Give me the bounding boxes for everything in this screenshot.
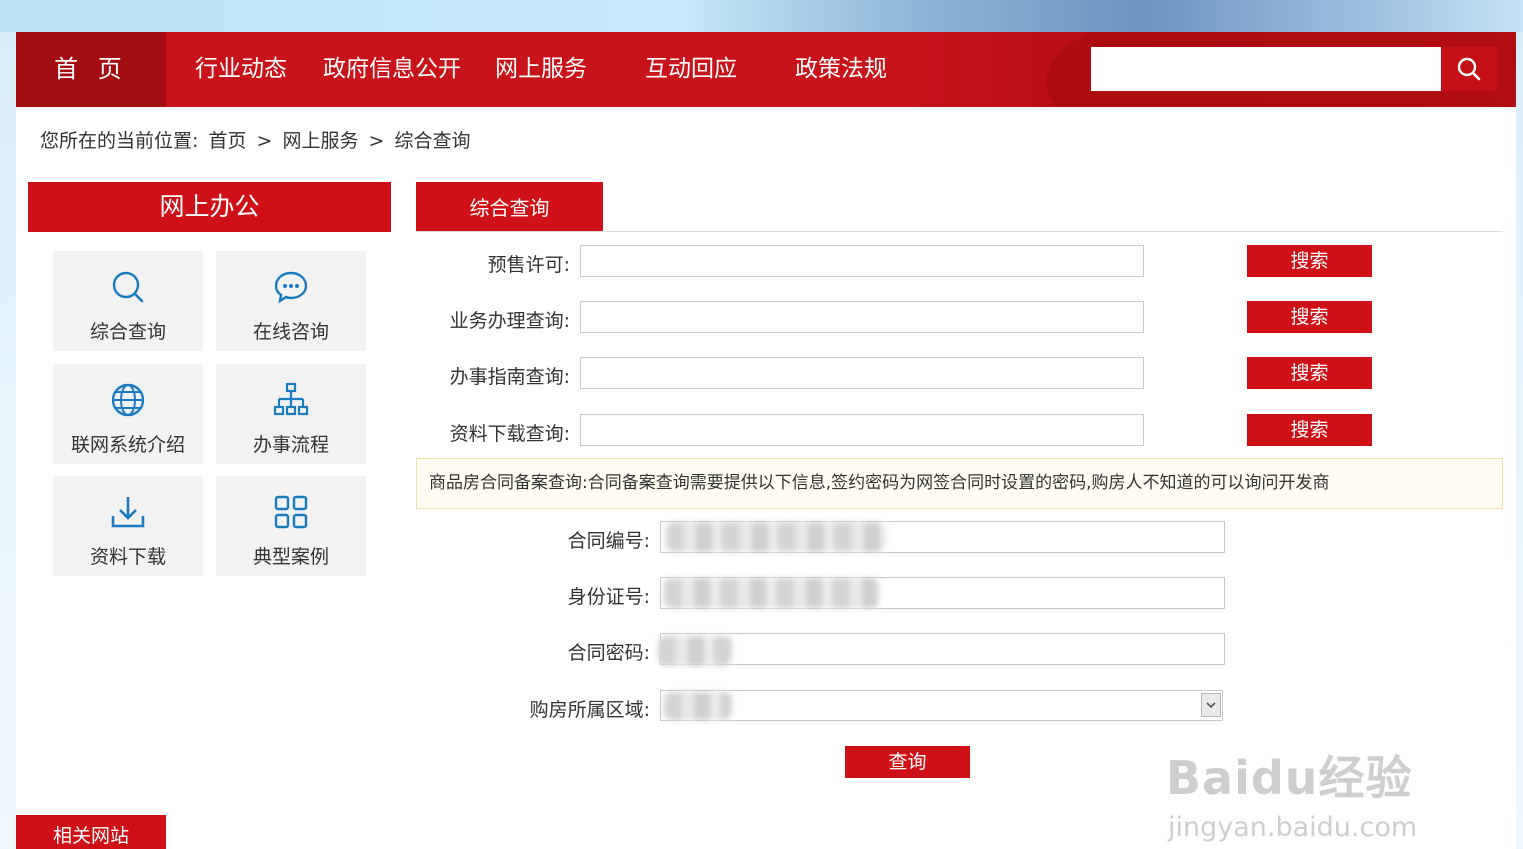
guide-query-label: 办事指南查询: <box>449 366 570 388</box>
download-query-label: 资料下载查询: <box>449 423 570 445</box>
tile-label: 典型案例 <box>252 546 329 568</box>
breadcrumb-separator: > <box>368 130 385 152</box>
page-container: 首 页 行业动态 政府信息公开 网上服务 互动回应 政策法规 您所在的当前位置:… <box>16 32 1516 849</box>
search-icon <box>1457 57 1481 81</box>
download-query-search-button[interactable]: 搜索 <box>1247 414 1372 446</box>
nav-item-interaction[interactable]: 互动回应 <box>645 32 737 107</box>
nav-item-policies[interactable]: 政策法规 <box>795 32 887 107</box>
site-search-button[interactable] <box>1441 47 1497 91</box>
tile-label: 办事流程 <box>252 434 329 456</box>
top-banner <box>0 0 1523 32</box>
presale-permit-label: 预售许可: <box>487 254 570 276</box>
org-chart-icon <box>273 382 309 416</box>
grid-icon <box>274 495 308 529</box>
watermark-logo: Baidu经验 <box>1166 751 1413 805</box>
contract-query-button[interactable]: 查询 <box>845 746 970 778</box>
nav-item-industry-news[interactable]: 行业动态 <box>195 32 287 107</box>
main-navbar: 首 页 行业动态 政府信息公开 网上服务 互动回应 政策法规 <box>16 32 1516 107</box>
tile-label: 综合查询 <box>89 321 166 343</box>
contract-number-label: 合同编号: <box>567 530 650 552</box>
tile-label: 资料下载 <box>89 546 166 568</box>
business-query-search-button[interactable]: 搜索 <box>1247 301 1372 333</box>
nav-home[interactable]: 首 页 <box>16 32 166 107</box>
tile-process-flow[interactable]: 办事流程 <box>216 364 366 464</box>
guide-query-input[interactable] <box>580 357 1144 389</box>
tile-network-system-intro[interactable]: 联网系统介绍 <box>53 364 203 464</box>
tile-label: 在线咨询 <box>252 321 329 343</box>
breadcrumb-online-services[interactable]: 网上服务 <box>282 130 358 152</box>
tab-comprehensive-query[interactable]: 综合查询 <box>416 182 603 232</box>
breadcrumb-separator: > <box>256 130 273 152</box>
tile-downloads[interactable]: 资料下载 <box>53 476 203 576</box>
tile-label: 联网系统介绍 <box>70 434 185 456</box>
contract-password-label: 合同密码: <box>567 642 650 664</box>
tile-online-consult[interactable]: 在线咨询 <box>216 251 366 351</box>
purchase-region-label: 购房所属区域: <box>529 699 650 721</box>
business-query-input[interactable] <box>580 301 1144 333</box>
watermark-url: jingyan.baidu.com <box>1168 812 1418 843</box>
redacted-value <box>664 692 732 720</box>
search-icon <box>112 271 144 303</box>
contract-query-notice: 商品房合同备案查询:合同备案查询需要提供以下信息,签约密码为网签合同时设置的密码… <box>416 458 1503 509</box>
nav-item-online-services[interactable]: 网上服务 <box>495 32 587 107</box>
baidu-jingyan-watermark: Baidu经验 jingyan.baidu.com <box>1166 712 1466 849</box>
contract-password-input[interactable] <box>660 633 1225 665</box>
breadcrumb-home[interactable]: 首页 <box>208 130 246 152</box>
tile-typical-cases[interactable]: 典型案例 <box>216 476 366 576</box>
chevron-down-icon <box>1206 702 1216 709</box>
purchase-region-select[interactable] <box>660 690 1223 721</box>
redacted-value <box>658 636 732 666</box>
select-dropdown-button[interactable] <box>1201 693 1221 717</box>
redacted-value <box>666 522 886 552</box>
tab-divider <box>416 231 1503 232</box>
breadcrumb-current: 综合查询 <box>394 130 471 152</box>
chat-icon <box>274 271 308 304</box>
related-sites-tab[interactable]: 相关网站 <box>16 815 166 849</box>
download-icon <box>111 497 145 528</box>
breadcrumb-prefix: 您所在的当前位置: <box>40 130 199 152</box>
business-query-label: 业务办理查询: <box>449 310 570 332</box>
download-query-input[interactable] <box>580 414 1144 446</box>
nav-item-gov-info[interactable]: 政府信息公开 <box>323 32 461 107</box>
presale-permit-search-button[interactable]: 搜索 <box>1247 245 1372 277</box>
breadcrumb: 您所在的当前位置: 首页 > 网上服务 > 综合查询 <box>40 126 475 153</box>
tile-comprehensive-query[interactable]: 综合查询 <box>53 251 203 351</box>
redacted-value <box>664 578 879 608</box>
sidebar-title: 网上办公 <box>28 182 391 232</box>
globe-icon <box>111 383 145 417</box>
site-search-input[interactable] <box>1091 47 1441 91</box>
presale-permit-input[interactable] <box>580 245 1144 277</box>
guide-query-search-button[interactable]: 搜索 <box>1247 357 1372 389</box>
id-number-label: 身份证号: <box>567 586 650 608</box>
